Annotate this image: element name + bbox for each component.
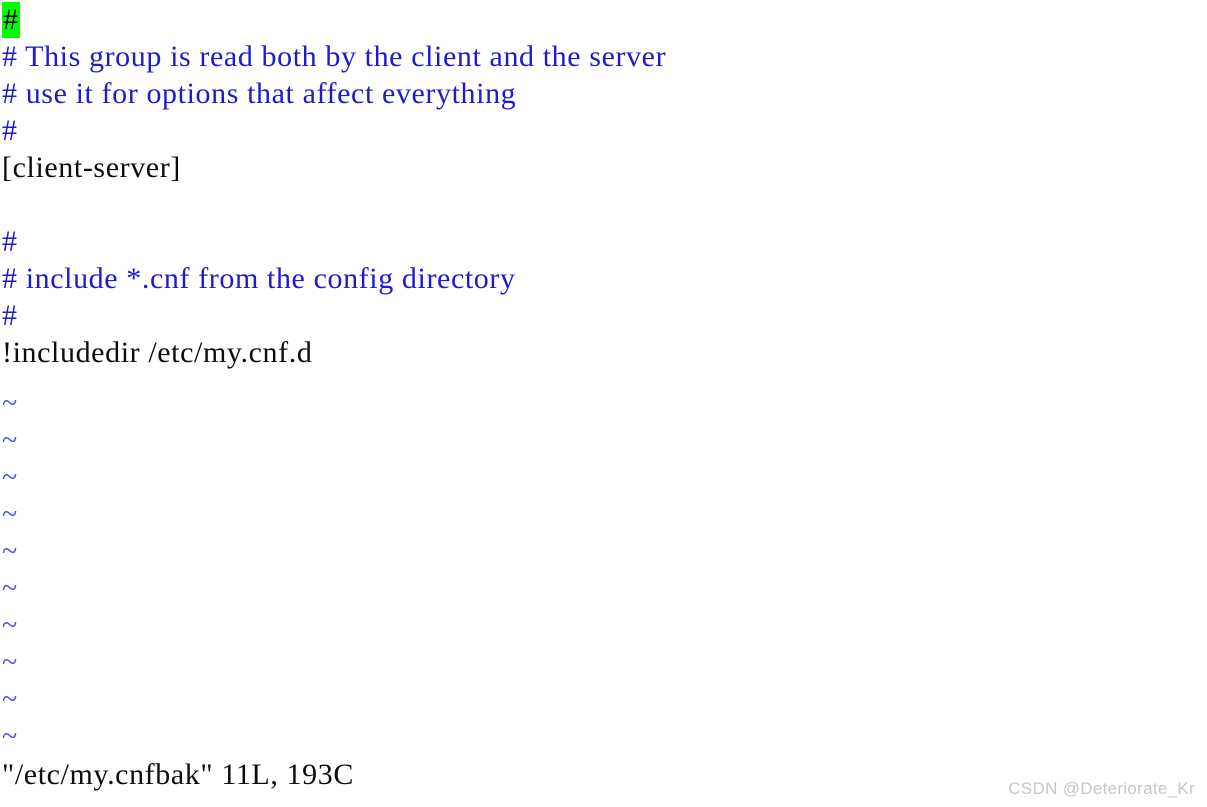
editor-buffer[interactable]: # # This group is read both by the clien… xyxy=(0,0,1207,755)
buffer-line-3[interactable]: # use it for options that affect everyth… xyxy=(2,75,516,112)
filler-tilde-4: ~ xyxy=(2,499,18,530)
filler-tilde-10: ~ xyxy=(2,721,18,752)
buffer-line-1[interactable]: # xyxy=(2,1,20,38)
buffer-line-2[interactable]: # This group is read both by the client … xyxy=(2,38,666,75)
filler-tilde-7: ~ xyxy=(2,610,18,641)
filler-tilde-1: ~ xyxy=(2,388,18,419)
buffer-line-5[interactable]: [client-server] xyxy=(2,149,181,186)
filler-tilde-9: ~ xyxy=(2,684,18,715)
buffer-line-9[interactable]: # xyxy=(2,297,18,334)
filler-tilde-3: ~ xyxy=(2,462,18,493)
filler-tilde-8: ~ xyxy=(2,647,18,678)
buffer-line-7[interactable]: # xyxy=(2,223,18,260)
filler-tilde-5: ~ xyxy=(2,536,18,567)
buffer-line-8[interactable]: # include *.cnf from the config director… xyxy=(2,260,516,297)
text-cursor-block[interactable]: # xyxy=(2,2,20,38)
vim-terminal-screen[interactable]: # # This group is read both by the clien… xyxy=(0,0,1207,807)
csdn-watermark: CSDN @Deteriorate_Kr xyxy=(1008,779,1195,798)
filler-tilde-2: ~ xyxy=(2,425,18,456)
vim-status-line: "/etc/my.cnfbak" 11L, 193C xyxy=(2,758,354,791)
buffer-line-4[interactable]: # xyxy=(2,112,18,149)
filler-tilde-6: ~ xyxy=(2,573,18,604)
buffer-line-10[interactable]: !includedir /etc/my.cnf.d xyxy=(2,334,312,371)
